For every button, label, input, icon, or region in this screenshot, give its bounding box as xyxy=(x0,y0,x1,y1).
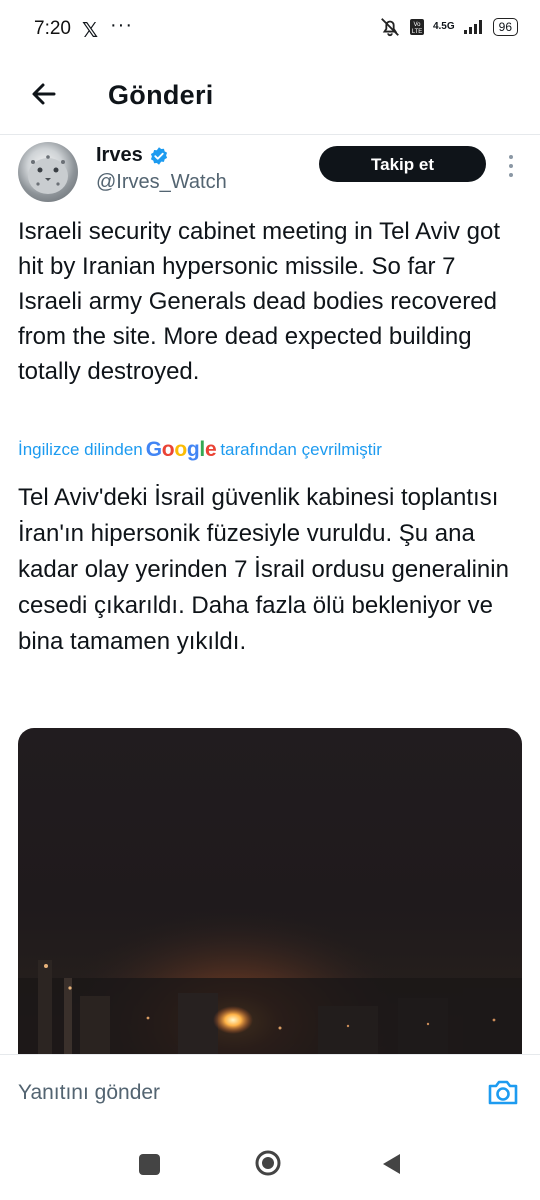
battery-indicator: 96 xyxy=(492,18,518,36)
svg-text:LTE: LTE xyxy=(412,29,423,35)
author-handle[interactable]: @Irves_Watch xyxy=(96,171,227,194)
volte-icon: Vo LTE xyxy=(409,19,424,35)
camera-icon[interactable] xyxy=(486,1077,520,1107)
x-logo-icon: 𝕏 xyxy=(82,20,99,42)
page-header: Gönderi xyxy=(0,60,540,135)
recent-apps-button[interactable] xyxy=(139,1154,160,1175)
reply-input[interactable]: Yanıtını gönder xyxy=(18,1081,160,1105)
avatar[interactable] xyxy=(18,142,78,202)
system-nav-bar xyxy=(0,1134,540,1200)
system-back-button[interactable] xyxy=(380,1152,402,1176)
post-video[interactable] xyxy=(18,728,522,1054)
post-text: Israeli security cabinet meeting in Tel … xyxy=(18,218,501,385)
back-arrow-icon[interactable] xyxy=(28,78,60,110)
snow-leopard-avatar-icon xyxy=(28,155,68,194)
network-type: 4.5G xyxy=(432,21,455,32)
reply-bar: Yanıtını gönder xyxy=(0,1054,540,1135)
translation-attribution[interactable]: İngilizce dilinden Google tarafından çev… xyxy=(18,438,382,462)
verified-badge-icon xyxy=(150,146,167,165)
status-icons: Vo LTE 4.5G 96 xyxy=(379,16,518,38)
follow-button[interactable]: Takip et xyxy=(319,146,486,182)
status-bar: 7:20 𝕏 ··· Vo LTE 4.5G 96 xyxy=(0,0,540,60)
night-explosion-image xyxy=(18,728,522,1054)
page-title: Gönderi xyxy=(108,80,214,110)
translated-text: Tel Aviv'deki İsrail güvenlik kabinesi t… xyxy=(18,484,509,655)
author-name[interactable]: Irves xyxy=(96,144,143,167)
status-time: 7:20 xyxy=(34,18,71,39)
google-logo: Google xyxy=(145,438,217,461)
more-notifications: ··· xyxy=(110,14,133,36)
author-name-row[interactable]: Irves xyxy=(96,144,169,167)
more-options-icon[interactable] xyxy=(506,152,516,180)
translation-prefix: İngilizce dilinden xyxy=(18,440,143,459)
signal-icon xyxy=(463,20,482,34)
svg-text:Vo: Vo xyxy=(413,22,421,28)
home-button[interactable] xyxy=(255,1150,281,1176)
mute-bell-icon xyxy=(381,18,399,37)
translation-suffix: tarafından çevrilmiştir xyxy=(220,440,382,459)
